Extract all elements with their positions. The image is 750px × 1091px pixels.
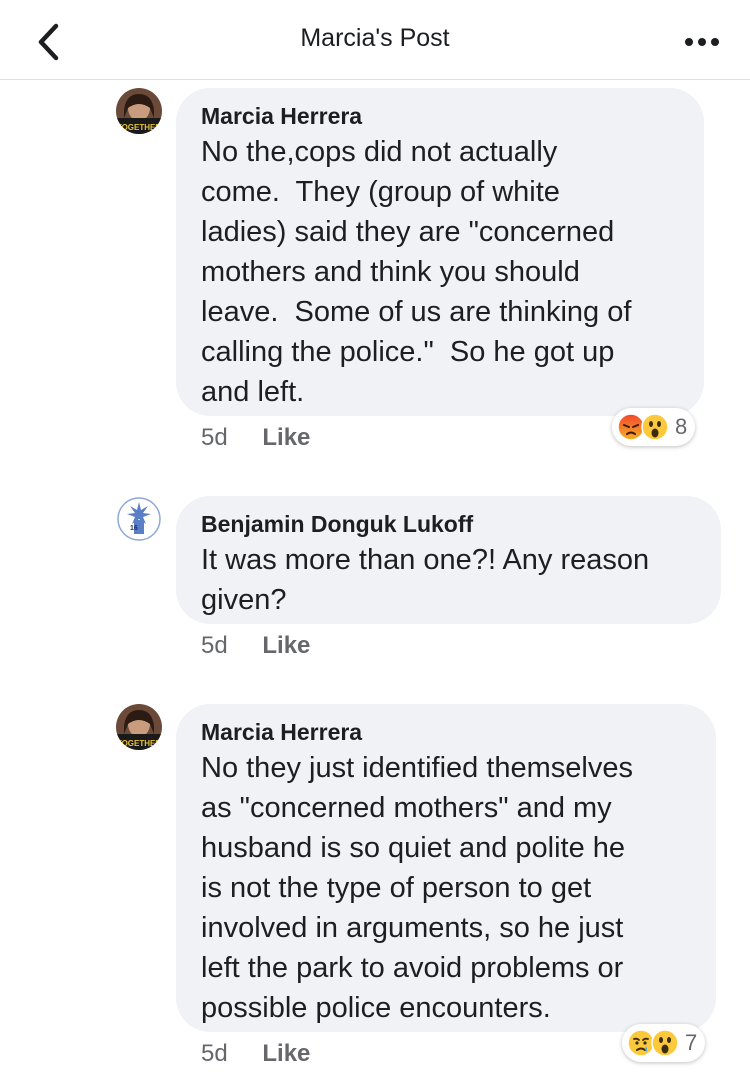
reaction-count: 7 xyxy=(685,1030,698,1055)
like-button[interactable]: Like xyxy=(262,424,310,451)
svg-text:16: 16 xyxy=(130,525,138,532)
comment-timestamp[interactable]: 5d xyxy=(201,424,228,451)
wow-reaction-icon xyxy=(641,413,669,441)
comment-bubble: Benjamin Donguk Lukoff It was more than … xyxy=(176,496,721,624)
comment-text: No the,cops did not actually come. They … xyxy=(201,136,632,408)
top-bar: Marcia's Post xyxy=(0,0,750,80)
svg-text:TOGETHER: TOGETHER xyxy=(117,123,162,132)
like-button[interactable]: Like xyxy=(262,1040,310,1067)
like-button[interactable]: Like xyxy=(262,632,310,659)
page-title: Marcia's Post xyxy=(300,24,450,52)
comment-text: No they just identified themselves as "c… xyxy=(201,752,633,1024)
comment-bubble: Marcia Herrera No they just identified t… xyxy=(176,704,716,1032)
comment-author[interactable]: Marcia Herrera xyxy=(201,102,684,130)
avatar[interactable]: TOGETHER xyxy=(116,704,162,750)
more-horizontal-icon xyxy=(685,38,719,46)
comment-meta: 5d Like xyxy=(201,1040,310,1068)
more-options-button[interactable] xyxy=(680,22,724,62)
reaction-count: 8 xyxy=(675,414,688,439)
svg-text:TOGETHER: TOGETHER xyxy=(117,739,162,748)
reaction-summary[interactable]: 8 xyxy=(612,408,696,446)
comment-timestamp[interactable]: 5d xyxy=(201,1040,228,1067)
reaction-summary[interactable]: 7 xyxy=(622,1024,706,1062)
comment-meta: 5d Like xyxy=(201,424,310,452)
avatar[interactable]: TOGETHER xyxy=(116,88,162,134)
comment-text: It was more than one?! Any reason given? xyxy=(201,544,650,616)
comment-bubble: Marcia Herrera No the,cops did not actua… xyxy=(176,88,704,416)
comment-meta: 5d Like xyxy=(201,632,310,660)
avatar[interactable]: 16 xyxy=(116,496,162,542)
wow-reaction-icon xyxy=(651,1029,679,1057)
comment-author[interactable]: Marcia Herrera xyxy=(201,718,696,746)
comment-author[interactable]: Benjamin Donguk Lukoff xyxy=(201,510,701,538)
comment-timestamp[interactable]: 5d xyxy=(201,632,228,659)
